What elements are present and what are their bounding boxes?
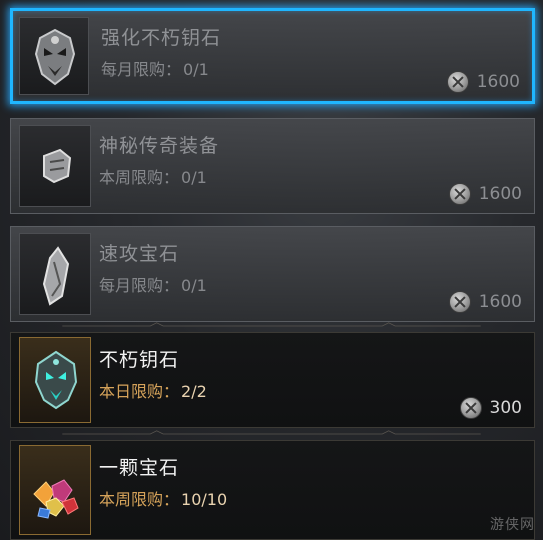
item-price: 1600 [448, 183, 522, 205]
limit-value: 0/1 [183, 60, 209, 79]
armor-gauntlet-icon [43, 148, 72, 184]
item-price: 1600 [446, 71, 520, 93]
watermark: 游侠网 [490, 517, 535, 533]
limit-label: 每月限购： [99, 276, 180, 295]
item-purchase-limit: 每月限购： 0/1 [101, 56, 209, 80]
item-icon-frame [19, 445, 91, 535]
price-value: 1600 [478, 184, 522, 204]
limit-value: 0/1 [181, 276, 207, 295]
item-price: 300 [459, 397, 522, 419]
item-name: 速攻宝石 [99, 243, 180, 265]
price-value: 1600 [476, 72, 520, 92]
item-icon-frame [19, 17, 89, 95]
platinum-coin-icon [446, 71, 469, 93]
item-price: 1600 [448, 291, 522, 313]
platinum-coin-icon [459, 397, 482, 419]
item-purchase-limit: 本日限购： 2/2 [99, 378, 207, 402]
shop-item-strengthened-immortal-key[interactable]: 强化不朽钥石 每月限购： 0/1 1600 [10, 8, 535, 104]
demon-mask-key-icon [34, 28, 76, 86]
limit-value: 2/2 [181, 382, 207, 401]
price-value: 1600 [478, 292, 522, 312]
immortal-key-icon [34, 350, 78, 410]
item-name: 不朽钥石 [99, 349, 180, 371]
platinum-coin-icon [448, 183, 471, 205]
gem-pile-icon [33, 479, 79, 519]
price-value: 300 [489, 398, 522, 418]
shop-item-immortal-key[interactable]: 不朽钥石 本日限购： 2/2 300 [10, 332, 535, 428]
limit-label: 本周限购： [99, 168, 180, 187]
divider-ornament [62, 430, 481, 435]
item-purchase-limit: 本周限购： 0/1 [99, 164, 207, 188]
item-name: 神秘传奇装备 [99, 135, 220, 157]
shop-item-list: 强化不朽钥石 每月限购： 0/1 1600 神秘传奇装备 本周限购： 0/1 160… [0, 0, 543, 540]
item-purchase-limit: 每月限购： 0/1 [99, 272, 207, 296]
item-icon-frame [19, 125, 91, 207]
item-name: 强化不朽钥石 [101, 27, 222, 49]
platinum-coin-icon [448, 291, 471, 313]
crystal-gem-icon [42, 246, 70, 306]
item-purchase-limit: 本周限购： 10/10 [99, 486, 227, 510]
shop-item-mystery-legendary-gear[interactable]: 神秘传奇装备 本周限购： 0/1 1600 [10, 118, 535, 214]
divider-ornament [62, 322, 481, 327]
limit-label: 本周限购： [99, 490, 180, 509]
shop-item-speed-attack-gem[interactable]: 速攻宝石 每月限购： 0/1 1600 [10, 226, 535, 322]
item-name: 一颗宝石 [99, 457, 180, 479]
limit-value: 10/10 [181, 490, 228, 509]
item-icon-frame [19, 233, 91, 315]
limit-label: 每月限购： [101, 60, 182, 79]
limit-label: 本日限购： [99, 382, 180, 401]
item-icon-frame [19, 337, 91, 423]
shop-item-one-gem[interactable]: 一颗宝石 本周限购： 10/10 [10, 440, 535, 540]
limit-value: 0/1 [181, 168, 207, 187]
